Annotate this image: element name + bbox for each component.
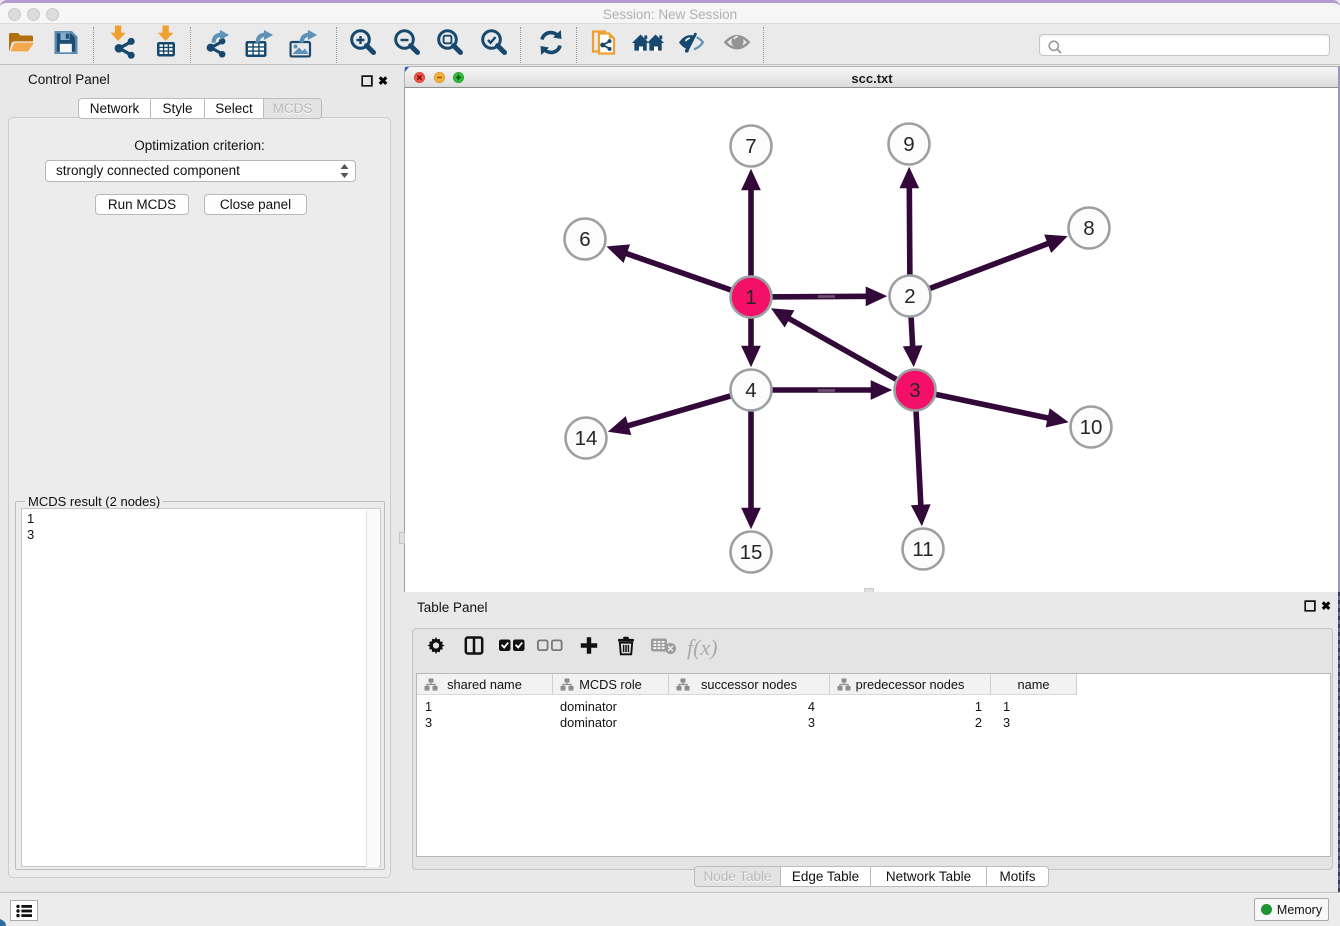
svg-text:11: 11: [912, 538, 933, 561]
svg-text:9: 9: [903, 133, 914, 156]
svg-text:3: 3: [909, 379, 920, 402]
svg-text:1: 1: [745, 286, 756, 309]
svg-text:15: 15: [740, 541, 763, 564]
svg-text:7: 7: [745, 135, 756, 158]
svg-text:14: 14: [575, 427, 598, 450]
svg-text:10: 10: [1080, 416, 1103, 439]
svg-text:8: 8: [1083, 217, 1094, 240]
svg-text:4: 4: [745, 379, 756, 402]
svg-text:2: 2: [904, 285, 915, 308]
svg-text:6: 6: [579, 228, 590, 251]
